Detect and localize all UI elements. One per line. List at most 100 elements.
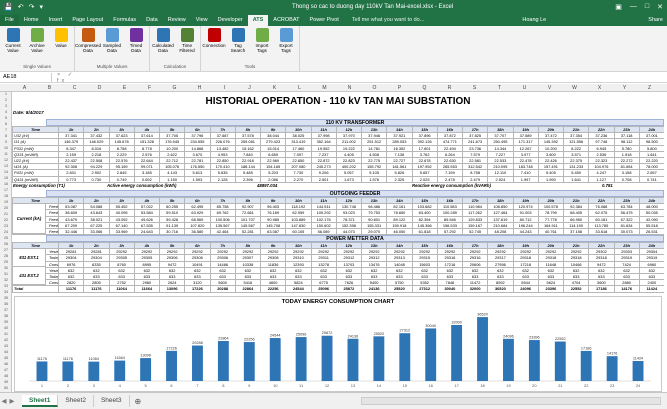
chart-bar[interactable] — [140, 358, 152, 381]
cell-value[interactable]: 61.818 — [411, 227, 438, 236]
next-sheet-icon[interactable]: ▶ — [8, 397, 16, 405]
chart-bar[interactable] — [166, 350, 177, 381]
column-header-h[interactable]: H — [187, 85, 212, 91]
row-header[interactable]: 30 — [0, 266, 12, 270]
row-header[interactable]: 25 — [0, 236, 12, 240]
total-value[interactable]: 32000 — [461, 285, 489, 293]
cell-value[interactable]: 1.127 — [588, 175, 615, 183]
column-header-k[interactable]: K — [262, 85, 287, 91]
user-name[interactable]: Hoang Le — [522, 15, 550, 26]
undo-icon[interactable]: ↶ — [18, 3, 24, 11]
column-header-e[interactable]: E — [112, 85, 137, 91]
customize-icon[interactable]: ▾ — [39, 3, 43, 11]
cell-value[interactable]: 33.066 — [83, 227, 110, 236]
chart-bar[interactable] — [399, 333, 411, 381]
total-value[interactable]: 23396 — [537, 285, 565, 293]
sheet-tab-sheet3[interactable]: Sheet3 — [94, 395, 130, 407]
cell-value[interactable]: 1.150 — [158, 175, 186, 183]
chart-bar[interactable] — [451, 325, 463, 381]
row-header[interactable]: 44 — [0, 350, 12, 354]
total-value[interactable]: 14176 — [613, 285, 640, 293]
cell-value[interactable]: 32.446 — [57, 227, 85, 236]
cell-value[interactable]: 0.749 — [108, 175, 135, 183]
row-header[interactable]: 1 — [0, 92, 12, 96]
row-header[interactable]: 49 — [0, 380, 12, 384]
cell-value[interactable]: 2.396 — [234, 175, 262, 183]
cell-value[interactable]: 1.576 — [360, 175, 388, 183]
row-header[interactable]: 46 — [0, 362, 12, 366]
redo-icon[interactable]: ↷ — [29, 3, 35, 11]
column-header-w[interactable]: W — [562, 85, 587, 91]
tab-view[interactable]: View — [191, 15, 213, 26]
column-header-a[interactable]: A — [12, 85, 37, 91]
row-header[interactable]: 22 — [0, 218, 12, 222]
row-header[interactable]: 12 — [0, 158, 12, 162]
cell-value[interactable]: 29.070 — [360, 227, 388, 236]
row-header[interactable]: 13 — [0, 164, 12, 168]
row-header[interactable]: 10 — [0, 146, 12, 150]
column-header-d[interactable]: D — [87, 85, 112, 91]
column-header-g[interactable]: G — [162, 85, 187, 91]
row-header[interactable]: 3 — [0, 104, 12, 108]
column-header-s[interactable]: S — [462, 85, 487, 91]
share-button[interactable]: Share — [648, 15, 667, 26]
cell-value[interactable]: 1.990 — [537, 175, 565, 183]
column-header-u[interactable]: U — [512, 85, 537, 91]
minimize-icon[interactable]: — — [630, 3, 637, 11]
cell-value[interactable]: 52.281 — [234, 227, 262, 236]
chart-bar[interactable] — [295, 337, 307, 381]
cell-value[interactable]: 52.745 — [461, 227, 489, 236]
tab-ats[interactable]: ATS — [247, 15, 269, 26]
cell-value[interactable]: 33.618 — [588, 227, 615, 236]
total-value[interactable]: 11176 — [57, 285, 85, 293]
tab-power-pivot[interactable]: Power Pivot — [304, 15, 343, 26]
name-box[interactable]: AE18 — [0, 73, 52, 82]
row-header[interactable]: 15 — [0, 176, 12, 180]
chart-bar[interactable] — [114, 360, 126, 381]
row-header[interactable]: 28 — [0, 254, 12, 258]
cell-value[interactable]: 0.741 — [638, 175, 664, 183]
row-header[interactable]: 47 — [0, 368, 12, 372]
tab-insert[interactable]: Insert — [44, 15, 68, 26]
row-header[interactable]: 9 — [0, 140, 12, 144]
column-header-t[interactable]: T — [487, 85, 512, 91]
row-header[interactable]: 2 — [0, 98, 12, 102]
row-header[interactable]: 7 — [0, 128, 12, 132]
total-value[interactable]: 20288 — [209, 285, 236, 293]
timed-data-button[interactable]: Timed Data — [125, 27, 147, 64]
row-header[interactable]: 24 — [0, 230, 12, 234]
row-header[interactable]: 37 — [0, 308, 12, 312]
cell-value[interactable]: 1.641 — [562, 175, 590, 183]
cell-value[interactable]: 48.208 — [487, 227, 514, 236]
cell-value[interactable]: 44.073 — [335, 227, 363, 236]
chart-bar[interactable] — [243, 342, 255, 381]
cell-value[interactable]: 2.524 — [487, 175, 514, 183]
column-header-m[interactable]: M — [312, 85, 337, 91]
row-header[interactable]: 32 — [0, 278, 12, 282]
cell-value[interactable]: 26.531 — [638, 227, 664, 236]
import-tags-button[interactable]: Import Tags — [251, 27, 273, 64]
column-header-p[interactable]: P — [387, 85, 412, 91]
column-header-f[interactable]: F — [137, 85, 162, 91]
cell-value[interactable]: 2.128 — [209, 175, 236, 183]
row-header[interactable]: 31 — [0, 272, 12, 276]
cell-value[interactable]: 63.087 — [259, 227, 287, 236]
row-header[interactable]: 21 — [0, 212, 12, 216]
row-header[interactable]: 39 — [0, 320, 12, 324]
row-header[interactable]: 42 — [0, 338, 12, 342]
total-value[interactable]: 11064 — [108, 285, 135, 293]
sampled-data-button[interactable]: Sampled Data — [101, 27, 123, 64]
total-value[interactable]: 25096 — [310, 285, 337, 293]
chart-bar[interactable] — [477, 317, 488, 381]
chart-bar[interactable] — [373, 336, 385, 381]
sheet-tab-sheet1[interactable]: Sheet1 — [22, 395, 59, 407]
cell-value[interactable]: 33.969 — [108, 227, 135, 236]
row-header[interactable]: 27 — [0, 248, 12, 252]
column-header-q[interactable]: Q — [412, 85, 437, 91]
chart-bar[interactable] — [88, 361, 100, 381]
cell-value[interactable]: 2.270 — [285, 175, 312, 183]
cell-value[interactable]: 30.073 — [613, 227, 640, 236]
chart-bar[interactable] — [347, 338, 359, 381]
row-header[interactable]: 36 — [0, 302, 12, 306]
cell-value[interactable]: 56.089 — [310, 227, 337, 236]
